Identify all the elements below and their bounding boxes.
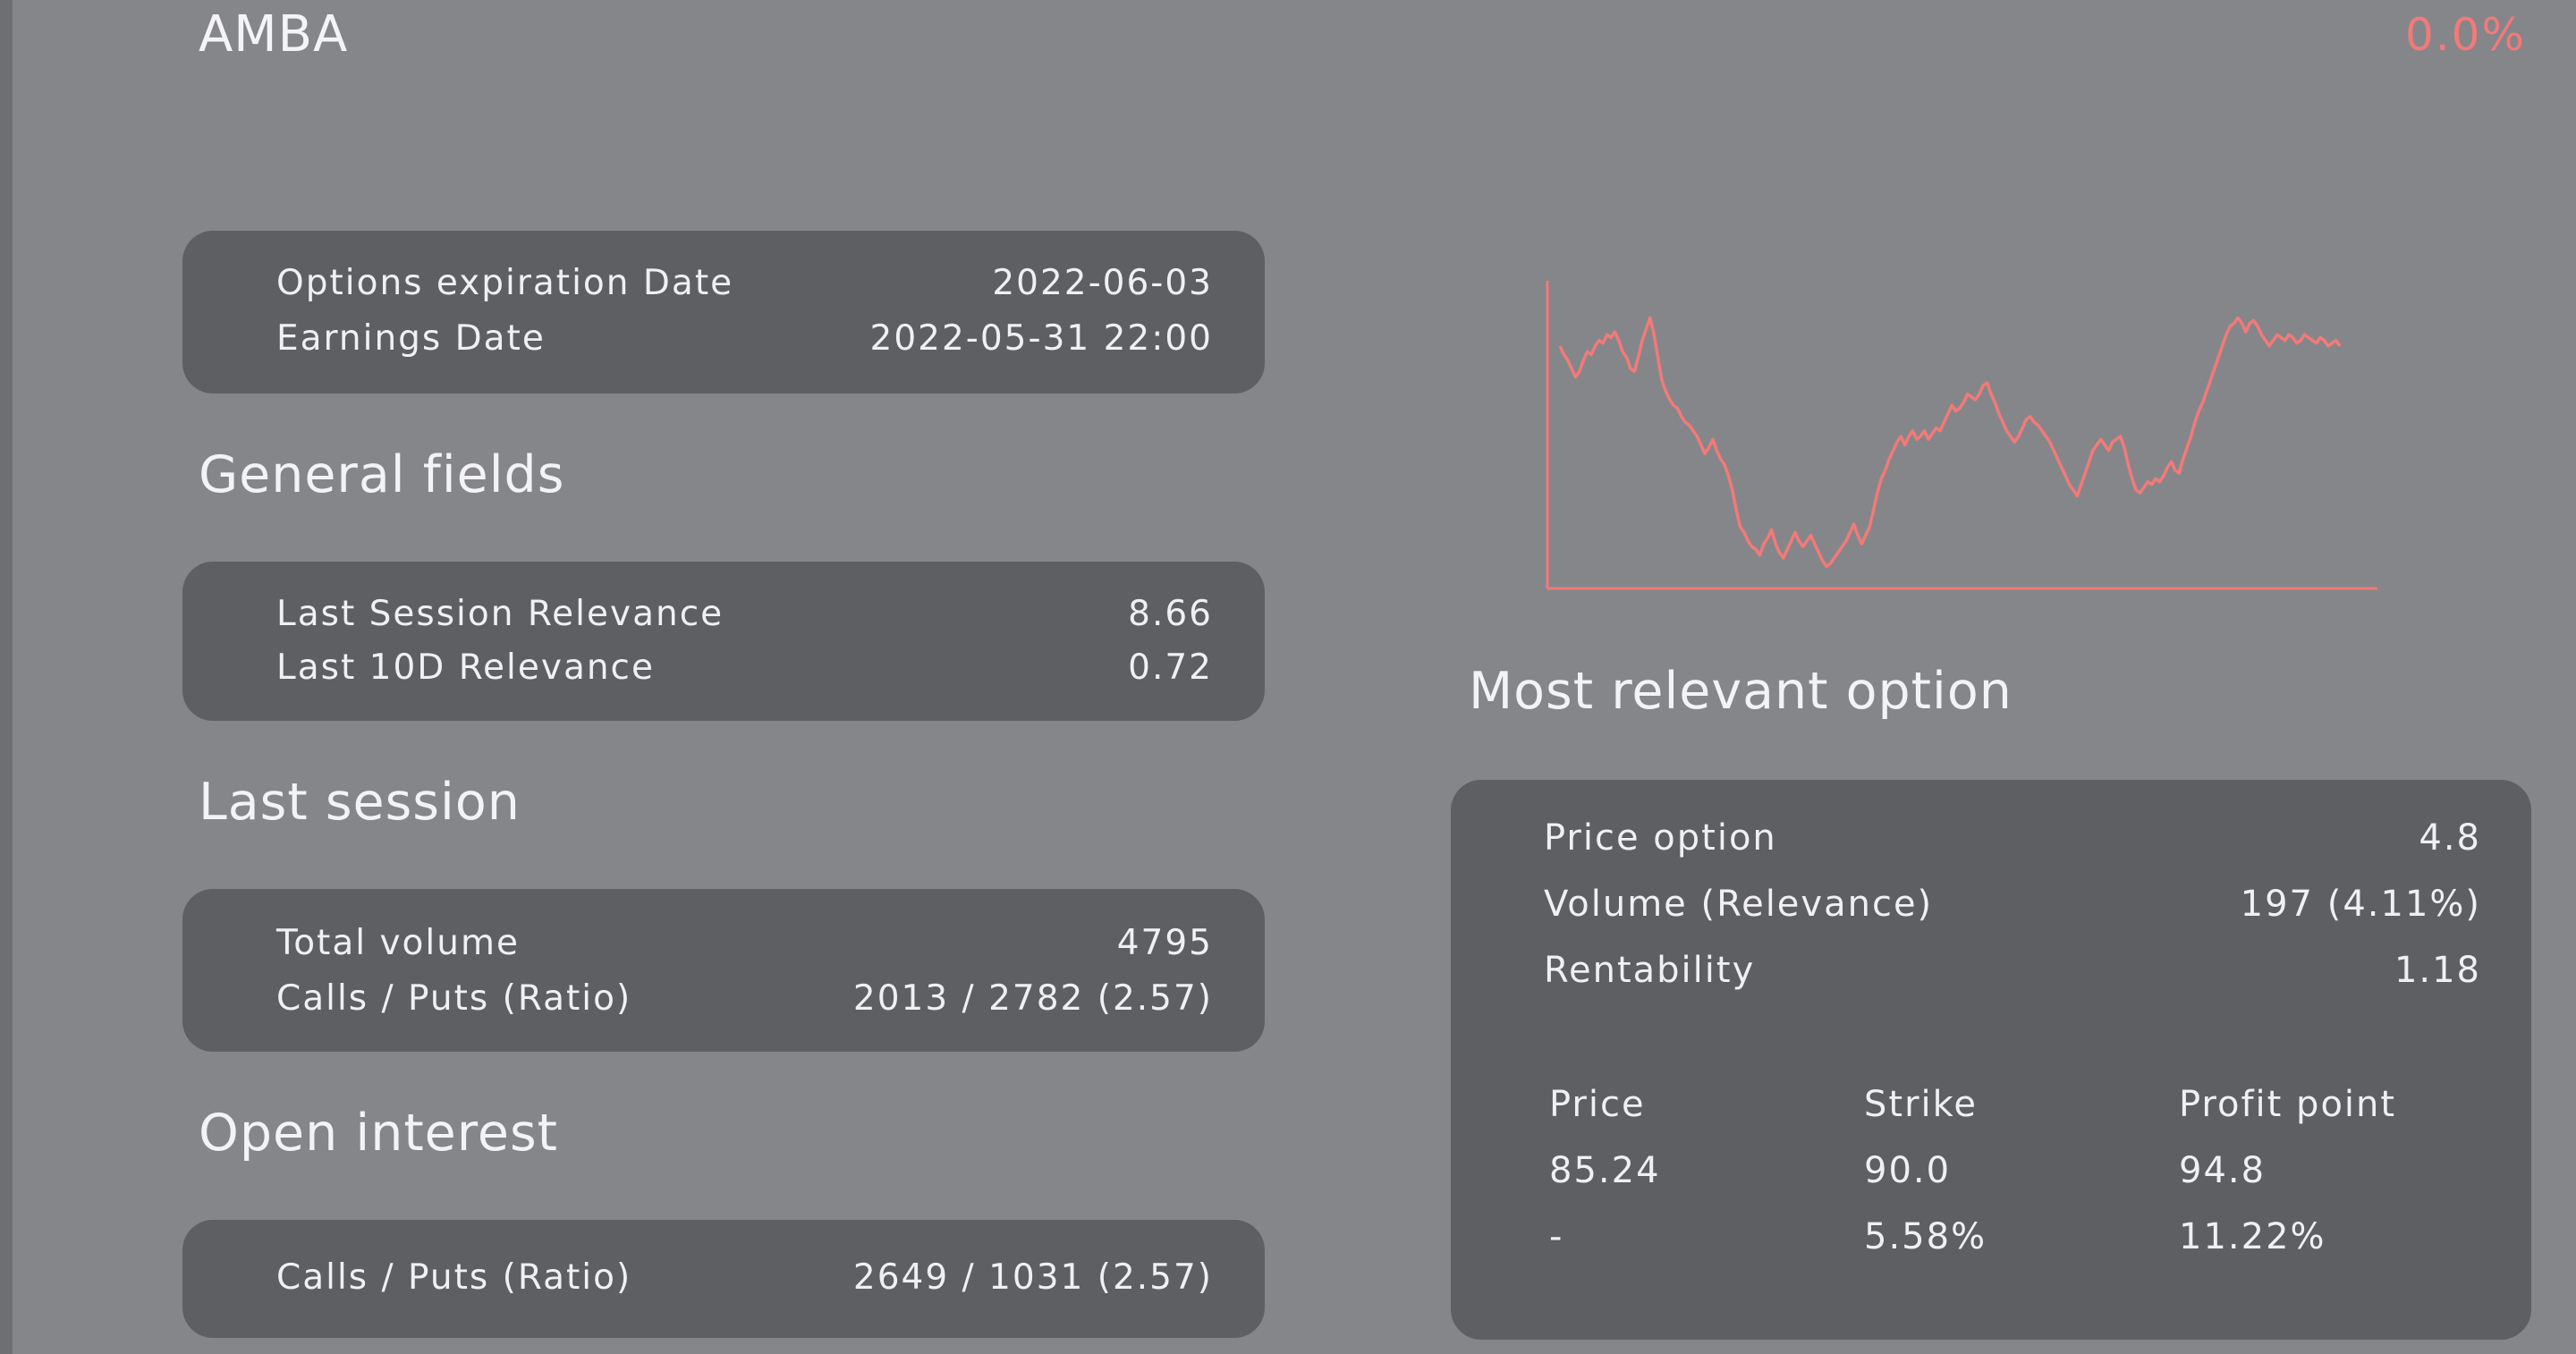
session-calls-puts-row: Calls / Puts (Ratio) 2013 / 2782 (2.57) bbox=[276, 978, 1213, 1019]
volume-relevance-value: 197 (4.11%) bbox=[2240, 884, 2481, 925]
price-option-value: 4.8 bbox=[2419, 817, 2481, 859]
last-10d-relevance-row: Last 10D Relevance 0.72 bbox=[276, 647, 1213, 688]
earnings-date-row: Earnings Date 2022-05-31 22:00 bbox=[276, 318, 1213, 359]
general-fields-card: Last Session Relevance 8.66 Last 10D Rel… bbox=[182, 562, 1265, 721]
open-interest-title: Open interest bbox=[199, 1104, 559, 1163]
price-option-row: Price option 4.8 bbox=[1451, 817, 2531, 859]
price-option-label: Price option bbox=[1544, 817, 1777, 859]
total-volume-value: 4795 bbox=[1116, 923, 1213, 963]
last-session-card: Total volume 4795 Calls / Puts (Ratio) 2… bbox=[182, 889, 1265, 1052]
table-cell-price-pct: - bbox=[1549, 1216, 1564, 1257]
volume-relevance-label: Volume (Relevance) bbox=[1544, 884, 1934, 925]
table-header-price: Price bbox=[1549, 1084, 1646, 1125]
open-interest-calls-puts-row: Calls / Puts (Ratio) 2649 / 1031 (2.57) bbox=[276, 1257, 1213, 1298]
table-header-profit-point: Profit point bbox=[2179, 1084, 2397, 1125]
earnings-date-label: Earnings Date bbox=[276, 318, 546, 359]
volume-relevance-row: Volume (Relevance) 197 (4.11%) bbox=[1451, 884, 2531, 925]
price-change-percent: 0.0% bbox=[2404, 9, 2526, 61]
session-calls-puts-label: Calls / Puts (Ratio) bbox=[276, 978, 632, 1019]
options-expiration-row: Options expiration Date 2022-06-03 bbox=[276, 263, 1213, 303]
table-cell-profit-point: 94.8 bbox=[2179, 1150, 2267, 1191]
table-cell-strike-pct: 5.58% bbox=[1864, 1216, 1987, 1257]
last-10d-relevance-label: Last 10D Relevance bbox=[276, 647, 655, 688]
most-relevant-option-card: Price option 4.8 Volume (Relevance) 197 … bbox=[1451, 780, 2531, 1340]
most-relevant-option-title: Most relevant option bbox=[1469, 662, 2012, 721]
dates-card: Options expiration Date 2022-06-03 Earni… bbox=[182, 231, 1265, 394]
general-fields-title: General fields bbox=[199, 445, 565, 504]
ticker-symbol: AMBA bbox=[199, 5, 349, 63]
last-session-relevance-row: Last Session Relevance 8.66 bbox=[276, 594, 1213, 634]
window-left-edge bbox=[0, 0, 13, 1354]
rentability-label: Rentability bbox=[1544, 950, 1756, 991]
rentability-value: 1.18 bbox=[2394, 950, 2481, 991]
last-10d-relevance-value: 0.72 bbox=[1128, 647, 1213, 688]
options-expiration-label: Options expiration Date bbox=[276, 263, 734, 303]
rentability-row: Rentability 1.18 bbox=[1451, 950, 2531, 991]
earnings-date-value: 2022-05-31 22:00 bbox=[869, 318, 1213, 359]
table-cell-profit-point-pct: 11.22% bbox=[2179, 1216, 2326, 1257]
last-session-title: Last session bbox=[199, 773, 521, 832]
open-interest-card: Calls / Puts (Ratio) 2649 / 1031 (2.57) bbox=[182, 1220, 1265, 1338]
open-interest-calls-puts-value: 2649 / 1031 (2.57) bbox=[852, 1257, 1213, 1298]
session-calls-puts-value: 2013 / 2782 (2.57) bbox=[852, 978, 1213, 1019]
total-volume-row: Total volume 4795 bbox=[276, 923, 1213, 963]
price-history-chart bbox=[1546, 281, 2377, 590]
table-cell-price: 85.24 bbox=[1549, 1150, 1661, 1191]
price-line-series bbox=[1558, 316, 2342, 569]
open-interest-calls-puts-label: Calls / Puts (Ratio) bbox=[276, 1257, 632, 1298]
table-header-strike: Strike bbox=[1864, 1084, 1978, 1125]
last-session-relevance-label: Last Session Relevance bbox=[276, 594, 724, 634]
options-expiration-value: 2022-06-03 bbox=[992, 263, 1213, 303]
last-session-relevance-value: 8.66 bbox=[1128, 594, 1213, 634]
total-volume-label: Total volume bbox=[276, 923, 520, 963]
table-cell-strike: 90.0 bbox=[1864, 1150, 1952, 1191]
